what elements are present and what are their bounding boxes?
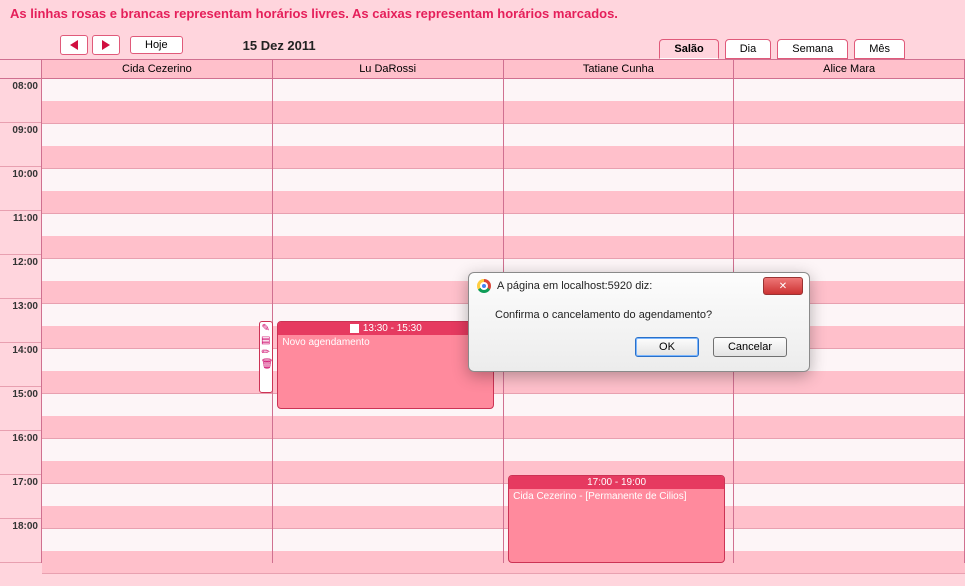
current-date: 15 Dez 2011	[243, 38, 316, 53]
dialog-close-button[interactable]: ✕	[763, 277, 803, 295]
time-label: 17:00	[0, 475, 41, 519]
time-label: 16:00	[0, 431, 41, 475]
dialog-actions: OK Cancelar	[469, 327, 809, 371]
dialog-title: A página em localhost:5920 diz:	[469, 273, 809, 299]
appointment-a2[interactable]: 17:00 - 19:00 Cida Cezerino - [Permanent…	[508, 475, 725, 563]
appointment-a1-tools: ✎ ▤ ✏ 🗑	[259, 321, 273, 393]
toolbar: Hoje 15 Dez 2011 Salão Dia Semana Mês	[0, 27, 965, 59]
person-head-0: Cida Cezerino	[42, 60, 273, 78]
appointment-a1-header: 13:30 - 15:30	[278, 322, 493, 335]
tab-semana[interactable]: Semana	[777, 39, 848, 59]
dialog-title-text: A página em localhost:5920 diz:	[497, 280, 652, 292]
time-col: 08:00 09:00 10:00 11:00 12:00 13:00 14:0…	[0, 79, 42, 563]
prev-button[interactable]	[60, 35, 88, 55]
appointment-a1-title: Novo agendamento	[278, 335, 493, 350]
time-label: 08:00	[0, 79, 41, 123]
dialog-message: Confirma o cancelamento do agendamento?	[469, 299, 809, 327]
delete-icon[interactable]: 🗑	[261, 360, 271, 370]
person-head-2: Tatiane Cunha	[504, 60, 735, 78]
appointment-a2-title: Cida Cezerino - [Permanente de Cilios]	[509, 489, 724, 504]
view-tabs: Salão Dia Semana Mês	[659, 39, 905, 59]
time-label: 15:00	[0, 387, 41, 431]
arrow-left-icon	[70, 40, 78, 50]
time-label: 10:00	[0, 167, 41, 211]
time-label: 12:00	[0, 255, 41, 299]
pencil-icon[interactable]: ✏	[261, 348, 271, 358]
appt-marker-icon	[350, 324, 359, 333]
today-button[interactable]: Hoje	[130, 36, 183, 54]
tab-dia[interactable]: Dia	[725, 39, 772, 59]
instruction-text: As linhas rosas e brancas representam ho…	[0, 0, 965, 27]
time-label: 09:00	[0, 123, 41, 167]
appointment-a2-header: 17:00 - 19:00	[509, 476, 724, 489]
person-col-0[interactable]	[42, 79, 273, 563]
chrome-icon	[477, 279, 491, 293]
header-row: Cida Cezerino Lu DaRossi Tatiane Cunha A…	[0, 60, 965, 79]
time-label: 18:00	[0, 519, 41, 563]
tab-mes[interactable]: Mês	[854, 39, 905, 59]
time-label: 13:00	[0, 299, 41, 343]
dialog-cancel-button[interactable]: Cancelar	[713, 337, 787, 357]
confirm-dialog: ✕ A página em localhost:5920 diz: Confir…	[468, 272, 810, 372]
appointment-a1-time: 13:30 - 15:30	[363, 323, 422, 334]
person-head-1: Lu DaRossi	[273, 60, 504, 78]
appointment-a2-time: 17:00 - 19:00	[587, 477, 646, 488]
time-label: 11:00	[0, 211, 41, 255]
time-col-head	[0, 60, 42, 78]
arrow-right-icon	[102, 40, 110, 50]
tab-salao[interactable]: Salão	[659, 39, 718, 59]
next-button[interactable]	[92, 35, 120, 55]
dialog-ok-button[interactable]: OK	[635, 337, 699, 357]
person-head-3: Alice Mara	[734, 60, 965, 78]
edit-icon[interactable]: ✎	[261, 324, 271, 334]
note-icon[interactable]: ▤	[261, 336, 271, 346]
time-label: 14:00	[0, 343, 41, 387]
appointment-a1[interactable]: 13:30 - 15:30 Novo agendamento	[277, 321, 494, 409]
